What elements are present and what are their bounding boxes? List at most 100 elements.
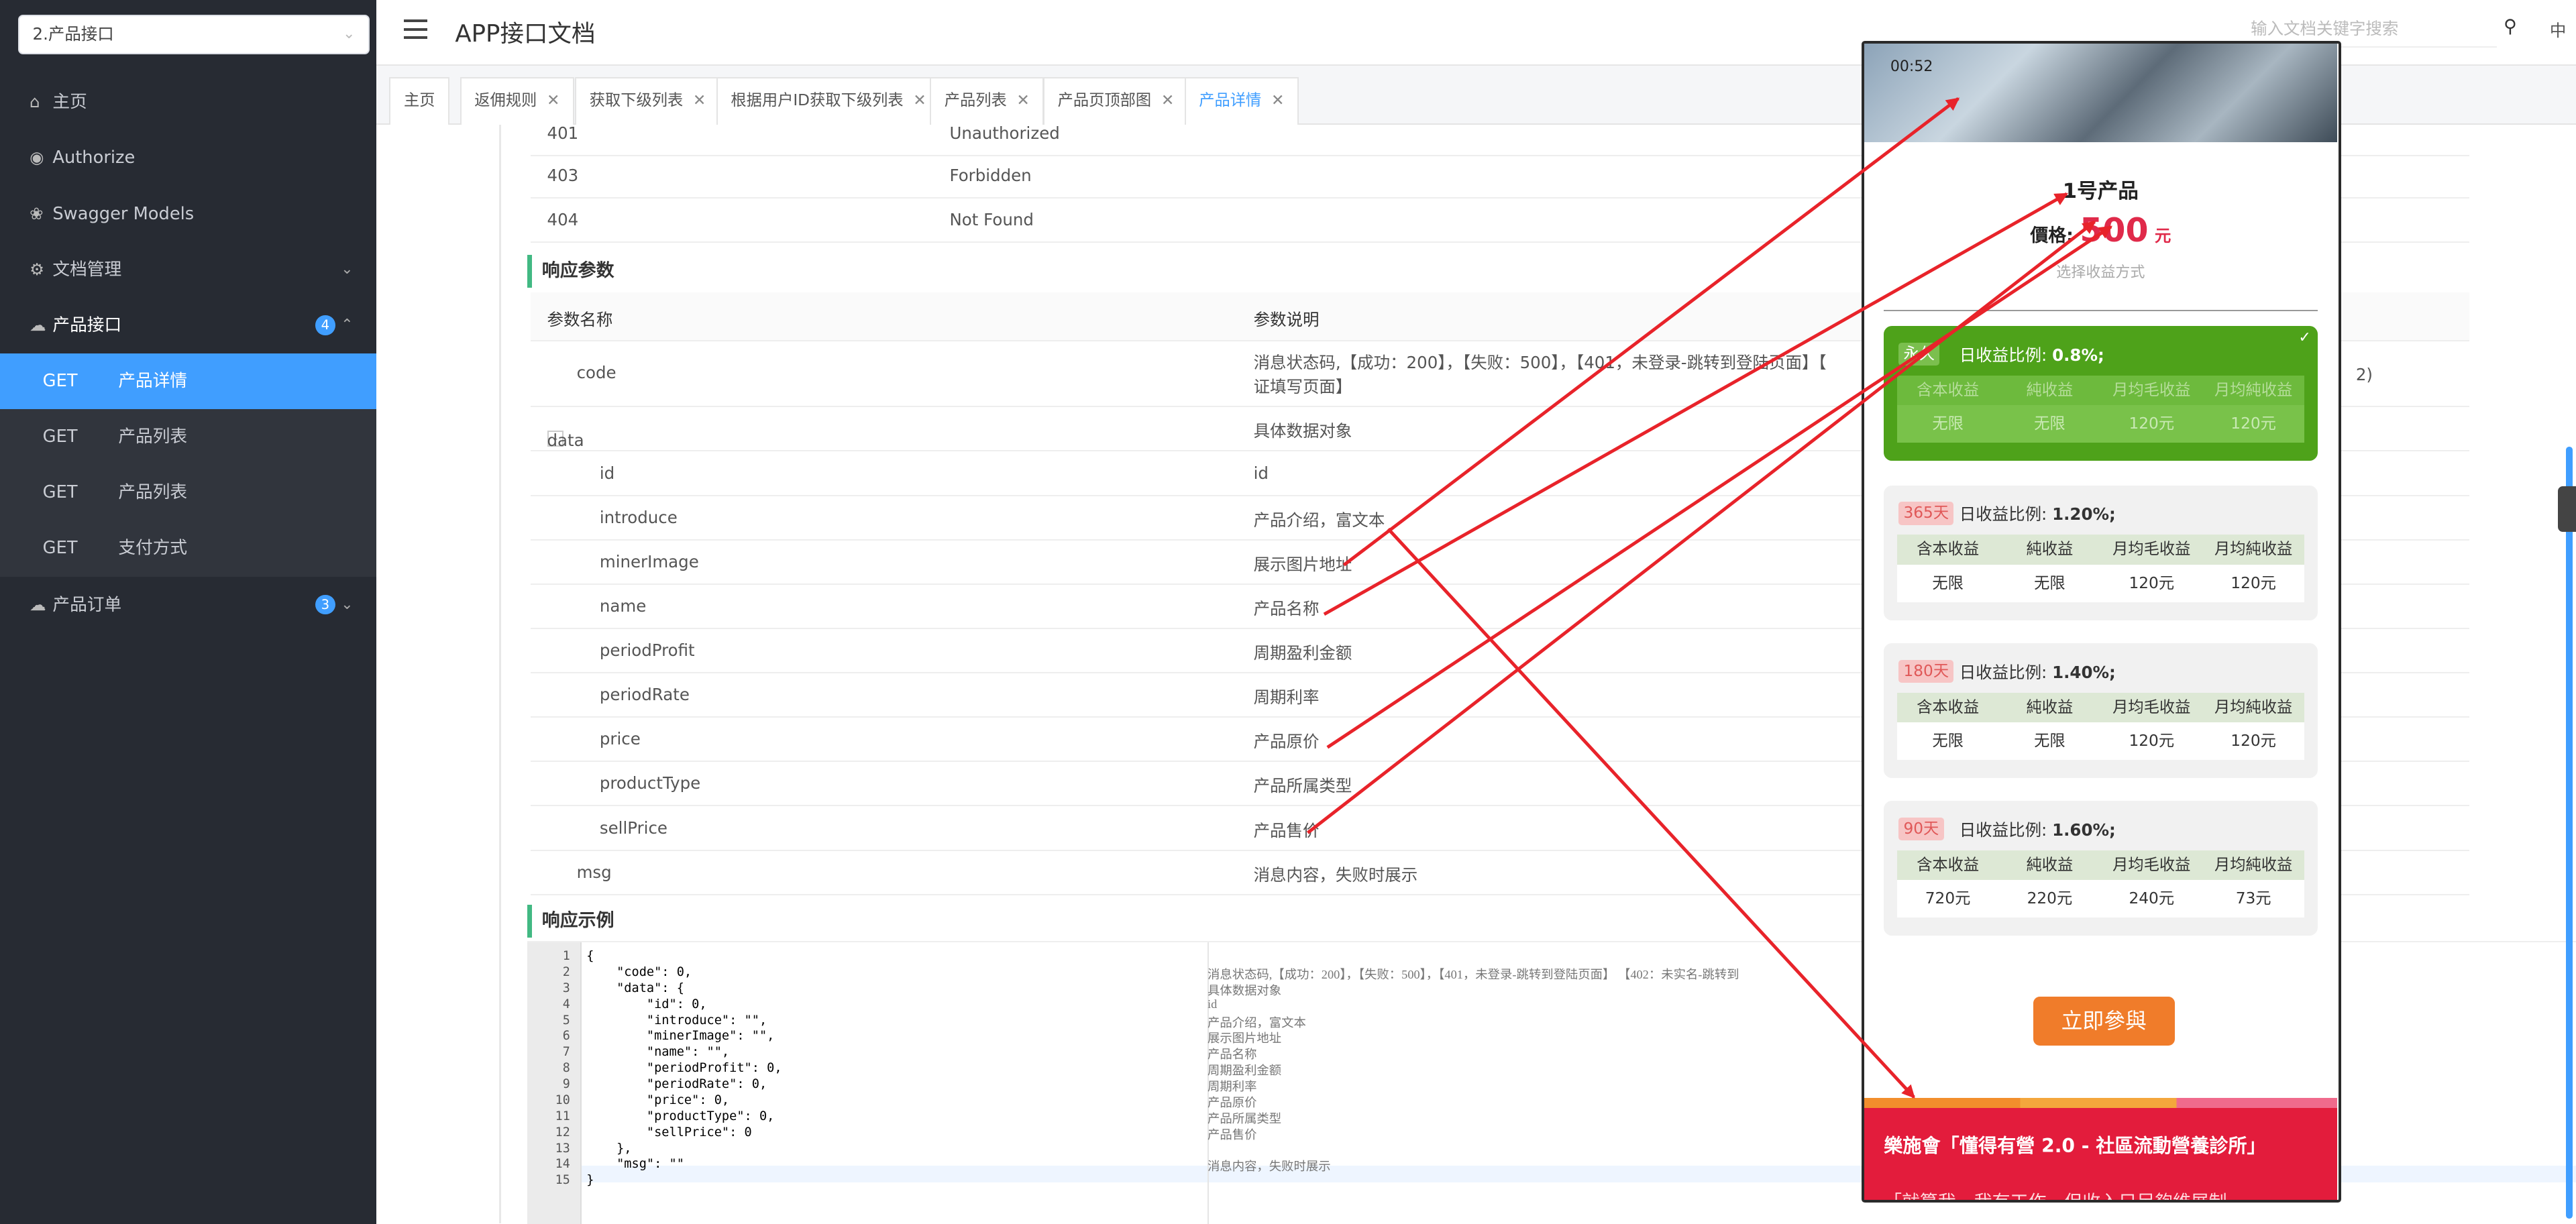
- sidebar-item-product-api[interactable]: ☁ 产品接口 4 ⌃: [0, 297, 376, 353]
- code-line: },: [586, 1141, 632, 1156]
- plan-grid: 含本收益 純收益 月均毛收益 月均純收益 720元 220元 240元 73元: [1896, 850, 2304, 920]
- menu-toggle-icon[interactable]: [404, 19, 427, 40]
- grid-header: 月均毛收益: [2112, 540, 2191, 559]
- param-desc: 证填写页面】: [1253, 377, 1352, 397]
- plan-card[interactable]: 365天 日收益比例: 1.20%; 含本收益 純收益 月均毛收益 月均純收益 无限 无…: [1884, 485, 2318, 620]
- param-desc: 周期盈利金额: [1253, 643, 1352, 663]
- code-line: }: [586, 1173, 594, 1188]
- cloud-icon: ☁: [30, 315, 46, 335]
- promo-banner[interactable]: 樂施會「懂得有營 2.0 - 社區流動營養診所」 「就算我一我有工作，但收入只足…: [1864, 1108, 2337, 1200]
- api-item-product-list[interactable]: GET 产品列表: [0, 408, 376, 465]
- grid-value: 120元: [2231, 731, 2276, 750]
- sidebar-item-authorize[interactable]: ◉ Authorize: [0, 129, 376, 185]
- plan-tag: 365天: [1898, 502, 1954, 525]
- sidebar-item-home[interactable]: ⌂ 主页: [0, 74, 376, 129]
- plan-rate: 日收益比例: 1.20%;: [1960, 502, 2116, 525]
- section-response-example: 响应示例: [527, 905, 614, 938]
- code-comment: 产品原价: [1207, 1095, 1257, 1109]
- column-header: 参数名称: [547, 309, 613, 329]
- code-comment: 产品介绍，富文本: [1207, 1015, 1306, 1030]
- code-comment: 产品名称: [1207, 1048, 1257, 1062]
- grid-header: 月均毛收益: [2112, 380, 2191, 399]
- shield-icon: ◉: [30, 148, 44, 168]
- plan-card[interactable]: 180天 日收益比例: 1.40%; 含本收益 純收益 月均毛收益 月均純收益 无限 无…: [1884, 643, 2318, 778]
- tab-label: 产品页顶部图: [1057, 91, 1152, 110]
- chevron-up-icon: ⌃: [341, 317, 354, 334]
- grid-header: 含本收益: [1917, 380, 1980, 399]
- code-comment: 消息内容，失败时展示: [1207, 1160, 1331, 1174]
- code-comment: 展示图片地址: [1207, 1032, 1282, 1046]
- tab-label: 获取下级列表: [589, 91, 684, 110]
- tab-label: 产品详情: [1199, 91, 1262, 110]
- side-handle[interactable]: [2558, 486, 2576, 533]
- banner-title: 樂施會「懂得有營 2.0 - 社區流動營養診所」: [1884, 1135, 2266, 1158]
- status-desc: Forbidden: [949, 166, 1032, 186]
- param-desc: 具体数据对象: [1253, 421, 1352, 441]
- plan-card[interactable]: 90天 日收益比例: 1.60%; 含本收益 純收益 月均毛收益 月均純收益 720元…: [1884, 801, 2318, 936]
- line-number: 10: [555, 1093, 570, 1107]
- plan-tag: 90天: [1898, 817, 1944, 840]
- plan-rate: 日收益比例: 0.8%;: [1960, 343, 2104, 366]
- status-desc: Not Found: [949, 210, 1034, 230]
- chevron-down-icon: ⌄: [341, 261, 354, 278]
- language-switch[interactable]: 中: [2550, 18, 2566, 42]
- close-icon[interactable]: ✕: [1271, 91, 1284, 109]
- search-icon[interactable]: ⚲: [2504, 16, 2517, 37]
- code-line: "minerImage": "",: [586, 1029, 775, 1044]
- plan-card[interactable]: ✓ 永久 日收益比例: 0.8%; 含本收益 純收益 月均毛收益 月均純收益 无限 无限…: [1884, 326, 2318, 461]
- scrollbar[interactable]: [2566, 447, 2573, 1219]
- sidebar-menu: ⌂ 主页 ◉ Authorize ❀ Swagger Models ⚙ 文档管理 ⌄ ☁ 产…: [0, 74, 376, 632]
- plan-tag: 180天: [1898, 659, 1954, 683]
- code-line: "sellPrice": 0: [586, 1125, 752, 1139]
- grid-header: 月均毛收益: [2112, 855, 2191, 874]
- close-icon[interactable]: ✕: [1161, 91, 1174, 109]
- rate-label: 日收益比例:: [1959, 662, 2047, 682]
- close-icon[interactable]: ✕: [693, 91, 706, 109]
- grid-value: 无限: [2034, 731, 2065, 750]
- grid-header: 含本收益: [1917, 855, 1980, 874]
- color-bar: [1864, 1098, 2337, 1109]
- rate-label: 日收益比例:: [1959, 345, 2047, 365]
- join-button[interactable]: 立即參與: [2033, 996, 2175, 1046]
- code-line: "id": 0,: [586, 997, 707, 1011]
- sidebar-item-product-order[interactable]: ☁ 产品订单 3 ⌄: [0, 577, 376, 632]
- sidebar-item-doc-manage[interactable]: ⚙ 文档管理 ⌄: [0, 241, 376, 297]
- chevron-down-icon: ⌄: [342, 25, 356, 43]
- home-icon: ⌂: [30, 92, 40, 112]
- api-item-product-list-2[interactable]: GET 产品列表: [0, 465, 376, 521]
- sidebar-item-swagger-models[interactable]: ❀ Swagger Models: [0, 186, 376, 241]
- param-desc: 消息内容，失败时展示: [1253, 865, 1418, 885]
- code-comment: 产品售价: [1207, 1127, 1257, 1142]
- grid-header: 月均純收益: [2214, 380, 2293, 399]
- close-icon[interactable]: ✕: [547, 91, 559, 109]
- rate-value: 1.60%;: [2052, 820, 2116, 840]
- code-comment: 产品所属类型: [1207, 1111, 1282, 1125]
- grid-header: 純收益: [2026, 540, 2074, 559]
- param-name: productType: [599, 773, 701, 793]
- http-method: GET: [42, 426, 78, 447]
- grid-header: 月均純收益: [2214, 698, 2293, 716]
- line-number: 6: [562, 1029, 570, 1044]
- http-method: GET: [42, 370, 78, 391]
- http-method: GET: [42, 538, 78, 559]
- group-select[interactable]: 2.产品接口 ⌄: [17, 15, 370, 54]
- api-item-payment-methods[interactable]: GET 支付方式: [0, 520, 376, 577]
- close-icon[interactable]: ✕: [1016, 91, 1029, 109]
- count-badge: 3: [315, 594, 335, 614]
- tab-label: 返佣规则: [474, 91, 537, 110]
- line-number: 13: [555, 1141, 570, 1156]
- close-icon[interactable]: ✕: [913, 91, 926, 109]
- line-number: 7: [562, 1045, 570, 1060]
- grid-value: 无限: [1932, 731, 1964, 750]
- grid-value: 120元: [2129, 731, 2175, 750]
- param-desc: 产品原价: [1253, 732, 1320, 752]
- code-line: "name": "",: [586, 1045, 730, 1060]
- param-name-text: data: [547, 430, 584, 450]
- choose-profit-label: 选择收益方式: [2056, 264, 2145, 282]
- grid-value: 220元: [2027, 889, 2073, 907]
- line-number: 4: [562, 997, 570, 1011]
- tab-home[interactable]: 主页: [389, 77, 450, 125]
- sidebar-item-label: 产品订单: [52, 594, 122, 615]
- phone-preview: 00:52 1号产品 價格: 500 元 选择收益方式 ✓ 永久 日收益比例: …: [1861, 41, 2341, 1203]
- api-item-product-detail[interactable]: GET 产品详情: [0, 353, 376, 409]
